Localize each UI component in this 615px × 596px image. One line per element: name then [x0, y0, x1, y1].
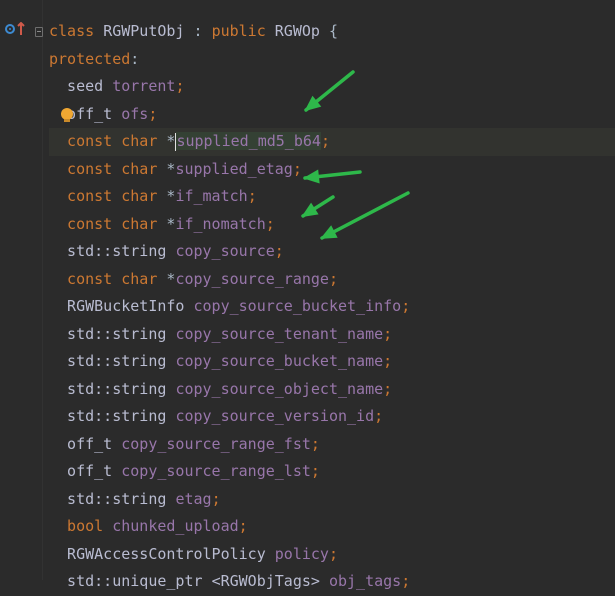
code-token: const char: [49, 214, 167, 233]
code-token: ;: [310, 434, 320, 453]
code-token: ;: [328, 269, 338, 288]
code-token: copy_source_version_id: [175, 407, 375, 425]
code-line[interactable]: RGWAccessControlPolicy policy;: [49, 541, 615, 569]
code-token: copy_source_bucket_name: [175, 352, 384, 370]
code-token: seed: [49, 77, 113, 95]
code-line[interactable]: std::unique_ptr <RGWObjTags> obj_tags;: [49, 568, 615, 596]
code-token: ;: [383, 379, 393, 398]
code-line[interactable]: const char *supplied_etag;: [49, 156, 615, 184]
code-line[interactable]: std::string copy_source;: [49, 238, 615, 266]
code-token: const char: [49, 132, 167, 150]
code-line[interactable]: const char *supplied_md5_b64;: [49, 128, 615, 156]
code-token: RGWPutObj: [103, 22, 194, 40]
code-token: std::string: [49, 352, 176, 370]
code-token: public: [211, 22, 275, 40]
code-token: ;: [401, 297, 411, 315]
code-token: ;: [148, 104, 158, 123]
code-token: copy_source_range_lst: [121, 462, 311, 480]
override-icon[interactable]: [5, 24, 15, 34]
code-token: policy: [274, 544, 329, 563]
code-token: ;: [274, 242, 284, 260]
code-line[interactable]: std::string copy_source_bucket_name;: [49, 348, 615, 376]
editor-gutter: [0, 0, 43, 580]
code-line[interactable]: off_t ofs;: [49, 101, 615, 129]
code-token: ;: [238, 517, 248, 535]
code-token: supplied_md5_b64: [176, 132, 321, 150]
code-token: std::string: [49, 242, 176, 260]
code-token: copy_source_bucket_info: [193, 297, 402, 315]
code-token: const char: [49, 187, 167, 205]
code-line[interactable]: std::string copy_source_tenant_name;: [49, 321, 615, 349]
code-line[interactable]: protected:: [49, 46, 615, 74]
code-token: const char: [49, 269, 167, 288]
code-token: off_t: [49, 462, 122, 480]
code-token: ;: [211, 489, 221, 508]
code-token: <RGWObjTags>: [211, 572, 329, 590]
code-line[interactable]: std::string copy_source_object_name;: [49, 376, 615, 404]
code-line[interactable]: off_t copy_source_range_lst;: [49, 458, 615, 486]
code-token: ;: [383, 352, 393, 370]
code-token: off_t: [49, 104, 122, 123]
code-token: etag: [175, 489, 212, 508]
code-token: if_nomatch: [175, 214, 266, 233]
gutter-icons: [0, 20, 30, 42]
code-token: off_t: [49, 434, 122, 453]
code-line[interactable]: off_t copy_source_range_fst;: [49, 431, 615, 459]
code-token: ;: [175, 77, 185, 95]
code-token: :: [130, 49, 140, 68]
code-token: ;: [383, 324, 393, 343]
code-line[interactable]: seed torrent;: [49, 73, 615, 101]
code-token: copy_source_range: [175, 269, 329, 288]
code-line[interactable]: std::string etag;: [49, 486, 615, 514]
code-token: RGWBucketInfo: [49, 297, 194, 315]
code-token: copy_source_tenant_name: [175, 324, 384, 343]
code-token: protected: [49, 49, 131, 68]
code-token: const char: [49, 159, 167, 178]
code-line[interactable]: const char *copy_source_range;: [49, 266, 615, 294]
code-token: if_match: [175, 187, 248, 205]
code-token: copy_source_range_fst: [121, 434, 311, 453]
code-token: {: [328, 22, 338, 40]
implemented-arrow-icon[interactable]: [17, 22, 25, 36]
code-token: ofs: [121, 104, 149, 123]
code-token: ;: [374, 407, 384, 425]
code-token: chunked_upload: [112, 517, 239, 535]
code-line[interactable]: bool chunked_upload;: [49, 513, 615, 541]
code-token: ;: [320, 132, 330, 150]
code-token: torrent: [112, 77, 176, 95]
code-token: :: [193, 22, 212, 40]
code-token: class: [49, 22, 104, 40]
code-line[interactable]: std::string copy_source_version_id;: [49, 403, 615, 431]
code-token: RGWAccessControlPolicy: [49, 544, 275, 563]
code-line[interactable]: const char *if_match;: [49, 183, 615, 211]
code-token: std::string: [49, 379, 176, 398]
code-token: *: [166, 132, 176, 150]
code-token: bool: [49, 517, 113, 535]
code-token: std::string: [49, 407, 176, 425]
code-editor[interactable]: class RGWPutObj : public RGWOp {protecte…: [49, 18, 615, 596]
code-token: obj_tags: [328, 572, 402, 590]
code-token: ;: [265, 214, 275, 233]
code-line[interactable]: RGWBucketInfo copy_source_bucket_info;: [49, 293, 615, 321]
code-token: copy_source_object_name: [175, 379, 384, 398]
intention-bulb-icon[interactable]: [61, 108, 73, 122]
fold-icon[interactable]: [35, 27, 43, 37]
code-token: supplied_etag: [175, 159, 293, 178]
code-token: ;: [292, 159, 302, 178]
code-line[interactable]: class RGWPutObj : public RGWOp {: [49, 18, 615, 46]
code-token: std::string: [49, 489, 176, 508]
code-token: ;: [328, 544, 338, 563]
code-token: ;: [310, 462, 320, 480]
code-line[interactable]: const char *if_nomatch;: [49, 211, 615, 239]
code-token: copy_source: [175, 242, 275, 260]
code-token: ;: [247, 187, 257, 205]
code-token: ;: [401, 572, 411, 590]
code-token: std::string: [49, 324, 176, 343]
code-token: RGWOp: [274, 22, 329, 40]
code-token: std::unique_ptr: [49, 572, 212, 590]
